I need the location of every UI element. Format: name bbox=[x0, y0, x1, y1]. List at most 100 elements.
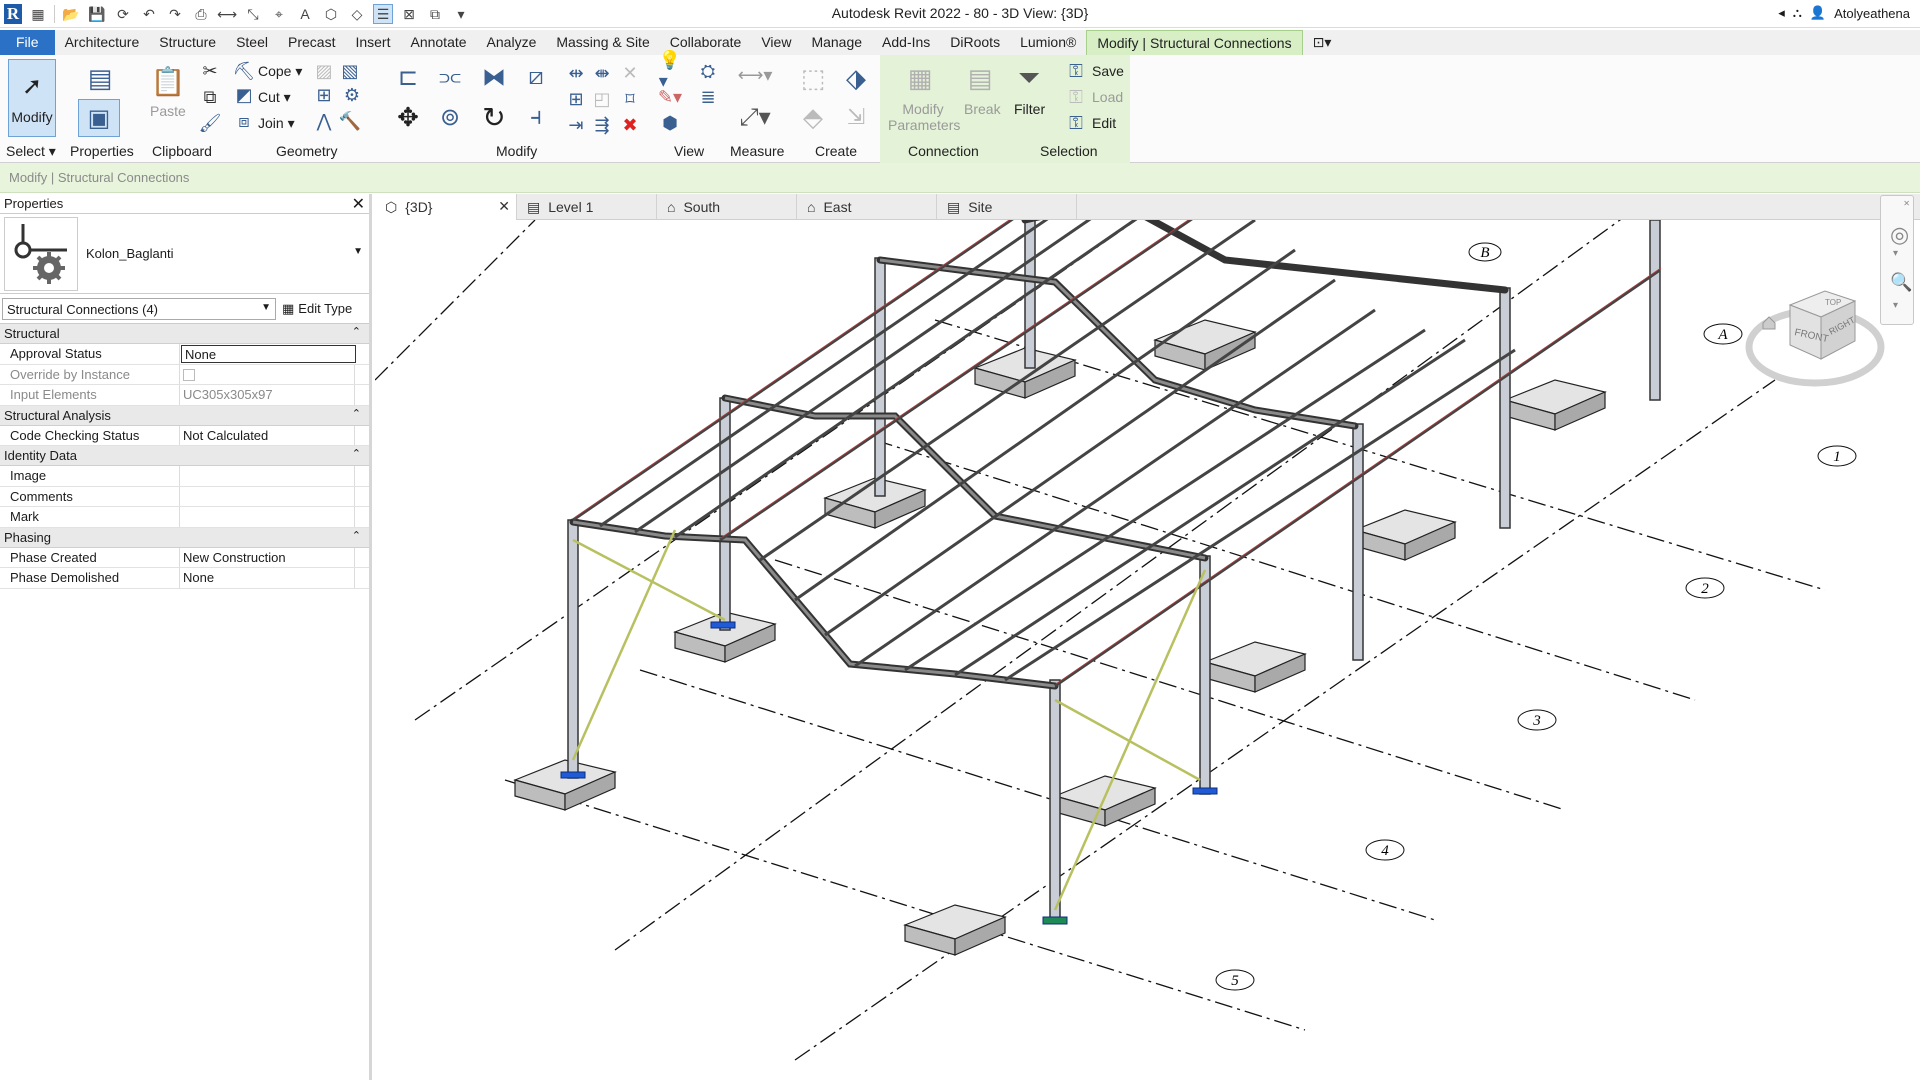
join-icon[interactable]: ⧈ bbox=[234, 111, 254, 131]
tab-east[interactable]: ⌂ East bbox=[797, 194, 937, 220]
tab-annotate[interactable]: Annotate bbox=[400, 30, 476, 55]
instance-filter-select[interactable]: Structural Connections (4) ▼ bbox=[2, 297, 276, 320]
scale-icon[interactable]: ◰ bbox=[592, 89, 612, 109]
paste-button[interactable]: Paste bbox=[150, 103, 186, 119]
beam-join-icon[interactable]: ⋀ bbox=[314, 111, 334, 131]
tab-lumion[interactable]: Lumion® bbox=[1010, 30, 1086, 55]
create-group-icon[interactable]: ⬘ bbox=[795, 99, 831, 135]
user-icon[interactable]: 👤 bbox=[1810, 5, 1826, 21]
hide-element-icon[interactable]: ⬢ bbox=[660, 113, 680, 133]
3d-viewport[interactable]: A 1 2 3 4 5 B bbox=[375, 220, 1920, 1080]
edit-selection-button[interactable]: Edit bbox=[1092, 115, 1116, 131]
user-name[interactable]: Atolyeathena bbox=[1834, 6, 1910, 21]
offset-icon[interactable]: ⫗ bbox=[432, 61, 468, 93]
copy-icon[interactable]: ⧉ bbox=[200, 87, 220, 107]
measure-between-icon[interactable]: ⟷▾ bbox=[730, 63, 780, 87]
mirror-draw-icon[interactable]: ⧄ bbox=[518, 61, 554, 93]
override-checkbox[interactable] bbox=[183, 368, 195, 381]
wall-joins-icon[interactable]: ⊞ bbox=[314, 85, 334, 105]
aligned-dimension-icon[interactable]: ⤢▾ bbox=[730, 99, 780, 135]
tab-analyze[interactable]: Analyze bbox=[477, 30, 547, 55]
break-icon[interactable]: ▤ bbox=[962, 61, 998, 95]
tab-architecture[interactable]: Architecture bbox=[55, 30, 150, 55]
cut-scissors-icon[interactable]: ✂ bbox=[200, 61, 220, 81]
mirror-axis-icon[interactable]: ⧓ bbox=[476, 61, 512, 93]
match-type-icon[interactable]: 🖌 bbox=[199, 113, 222, 133]
save-selection-button[interactable]: Save bbox=[1092, 63, 1124, 79]
tab-precast[interactable]: Precast bbox=[278, 30, 345, 55]
chevron-down-icon[interactable]: ▼ bbox=[353, 246, 363, 257]
delete-icon[interactable]: ✖ bbox=[620, 115, 640, 135]
rotate-icon[interactable]: ↻ bbox=[476, 99, 512, 135]
create-assembly-icon[interactable]: ⬚ bbox=[795, 61, 831, 95]
modify-parameters-icon[interactable]: ▦ bbox=[900, 61, 940, 95]
tab-south[interactable]: ⌂ South bbox=[657, 194, 797, 220]
linework-icon[interactable]: ✎▾ bbox=[658, 87, 682, 107]
align-icon[interactable]: ⊏ bbox=[390, 61, 426, 93]
override-graphics-icon[interactable]: ⛭ bbox=[698, 61, 718, 81]
trim-multiple-icon[interactable]: ⇶ bbox=[592, 115, 612, 135]
tab-diroots[interactable]: DiRoots bbox=[940, 30, 1010, 55]
modify-parameters-button[interactable]: Modify Parameters bbox=[888, 101, 960, 133]
binoculars-icon[interactable]: ⛬ bbox=[1793, 5, 1802, 21]
structural-model[interactable]: A 1 2 3 4 5 B bbox=[375, 220, 1920, 1080]
tab-file[interactable]: File bbox=[0, 30, 55, 55]
edit-type-button[interactable]: ▦ Edit Type bbox=[282, 301, 352, 317]
split-gap-icon[interactable]: ⇼ bbox=[592, 63, 612, 83]
hammer-icon[interactable]: 🔨 bbox=[339, 111, 361, 131]
chevron-down-icon[interactable]: ▾ bbox=[1893, 300, 1898, 311]
cut-geometry-icon[interactable]: ◩ bbox=[234, 85, 254, 105]
filter-button[interactable]: Filter bbox=[1014, 101, 1045, 117]
unpin-icon[interactable]: ⌑ bbox=[620, 89, 640, 109]
load-selection-icon[interactable]: ⚿ bbox=[1066, 87, 1086, 107]
move-icon[interactable]: ✥ bbox=[390, 99, 426, 135]
load-selection-button[interactable]: Load bbox=[1092, 89, 1123, 105]
tab-insert[interactable]: Insert bbox=[345, 30, 400, 55]
split-face-icon[interactable]: ▨ bbox=[314, 61, 334, 81]
filter-icon[interactable]: ⏷ bbox=[1012, 61, 1046, 95]
close-icon[interactable]: ✕ bbox=[1903, 199, 1910, 208]
close-icon[interactable]: ✕ bbox=[352, 194, 365, 214]
join-button[interactable]: Join ▾ bbox=[258, 115, 295, 132]
type-properties-icon[interactable]: ▤ bbox=[80, 61, 120, 95]
paint-icon[interactable]: ▧ bbox=[340, 61, 360, 81]
create-parts-icon[interactable]: ⬗ bbox=[838, 61, 874, 95]
close-icon[interactable]: ✕ bbox=[498, 198, 510, 215]
zoom-icon[interactable]: 🔍 bbox=[1890, 272, 1912, 293]
ribbon-minimize-icon[interactable]: ⊡▾ bbox=[1303, 30, 1342, 55]
steering-wheel-icon[interactable]: ◎ bbox=[1890, 222, 1909, 248]
group-phasing[interactable]: Phasing ⌃ bbox=[0, 527, 369, 548]
tab-manage[interactable]: Manage bbox=[801, 30, 872, 55]
demolish-icon[interactable]: ⚙ bbox=[340, 85, 364, 105]
tab-steel[interactable]: Steel bbox=[226, 30, 278, 55]
break-button[interactable]: Break bbox=[964, 101, 1001, 117]
similar-icon[interactable]: ⇲ bbox=[838, 99, 874, 135]
group-identity-data[interactable]: Identity Data ⌃ bbox=[0, 446, 369, 466]
lightbulb-icon[interactable]: 💡▾ bbox=[659, 50, 681, 91]
split-element-icon[interactable]: ⇹ bbox=[566, 63, 586, 83]
line-weight-icon[interactable]: ≣ bbox=[698, 87, 718, 107]
tab-modify-structural-connections[interactable]: Modify | Structural Connections bbox=[1086, 30, 1303, 55]
tab-level-1[interactable]: ▤ Level 1 bbox=[517, 194, 657, 220]
chevron-down-icon[interactable]: ▾ bbox=[1893, 248, 1898, 259]
modify-button[interactable]: ➚ Modify bbox=[8, 59, 56, 137]
tab-site[interactable]: ▤ Site bbox=[937, 194, 1077, 220]
cope-icon[interactable]: ⛏ bbox=[233, 61, 256, 81]
tab-add-ins[interactable]: Add-Ins bbox=[872, 30, 940, 55]
type-selector[interactable]: Kolon_Baglanti ▼ bbox=[0, 214, 369, 294]
cut-button[interactable]: Cut ▾ bbox=[258, 89, 291, 106]
edit-selection-icon[interactable]: ⚿ bbox=[1066, 113, 1086, 133]
group-structural[interactable]: Structural ⌃ bbox=[0, 324, 369, 344]
tab-3d-view[interactable]: ⬡ {3D} ✕ bbox=[375, 194, 517, 220]
trim-extend-icon[interactable]: ⫞ bbox=[518, 99, 554, 135]
approval-status-field[interactable]: None bbox=[181, 345, 356, 363]
chevron-left-icon[interactable]: ◂ bbox=[1778, 5, 1785, 21]
copy-element-icon[interactable]: ⊚ bbox=[432, 99, 468, 135]
cope-button[interactable]: Cope ▾ bbox=[258, 63, 302, 80]
group-structural-analysis[interactable]: Structural Analysis ⌃ bbox=[0, 405, 369, 426]
tab-massing-site[interactable]: Massing & Site bbox=[546, 30, 659, 55]
paste-icon[interactable]: 📋 bbox=[150, 63, 186, 99]
array-icon[interactable]: ⊞ bbox=[566, 89, 586, 109]
trim-single-icon[interactable]: ⇥ bbox=[566, 115, 586, 135]
panel-select[interactable]: Select ▾ bbox=[6, 143, 56, 160]
